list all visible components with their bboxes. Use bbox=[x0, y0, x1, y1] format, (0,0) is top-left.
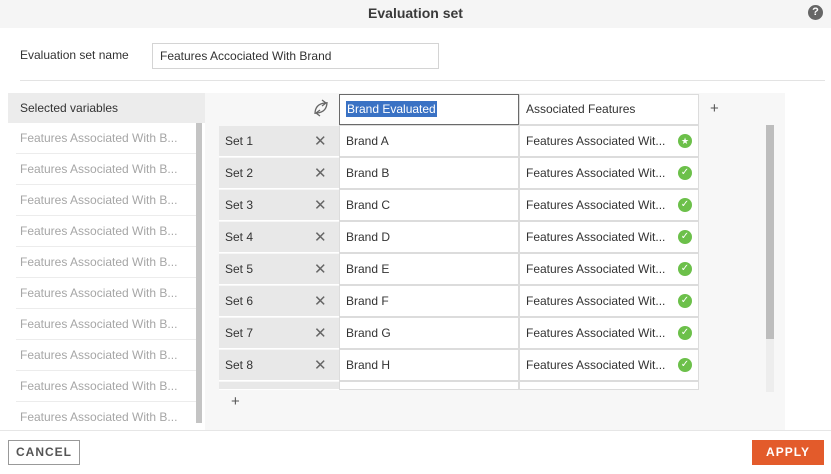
variable-item[interactable]: Features Associated With B... bbox=[16, 278, 196, 309]
dialog-title: Evaluation set bbox=[368, 5, 463, 21]
feature-cell-text: Features Associated Wit... bbox=[526, 134, 666, 148]
remove-row-icon[interactable]: ✕ bbox=[314, 222, 327, 253]
remove-row-icon[interactable]: ✕ bbox=[314, 158, 327, 189]
row-label-text: Set 3 bbox=[225, 198, 254, 212]
variable-item[interactable]: Features Associated With B... bbox=[16, 185, 196, 216]
remove-row-icon[interactable]: ✕ bbox=[314, 254, 327, 285]
brand-cell[interactable]: Brand A bbox=[339, 125, 519, 157]
check-icon: ✓ bbox=[678, 262, 692, 276]
evaluation-set-name-label: Evaluation set name bbox=[20, 48, 129, 62]
star-icon: ★ bbox=[678, 134, 692, 148]
add-row-icon[interactable]: + bbox=[231, 393, 240, 410]
brand-cell[interactable]: Brand B bbox=[339, 157, 519, 189]
selected-variables-panel: Selected variables Features Associated W… bbox=[8, 93, 205, 430]
feature-cell-text: Features Associated Wit... bbox=[526, 198, 666, 212]
feature-cell-partial[interactable] bbox=[519, 381, 699, 390]
remove-row-icon[interactable]: ✕ bbox=[314, 318, 327, 349]
divider bbox=[20, 80, 825, 81]
remove-row-icon[interactable]: ✕ bbox=[314, 350, 327, 381]
remove-row-icon[interactable]: ✕ bbox=[314, 286, 327, 317]
feature-cell[interactable]: Features Associated Wit... ✓ bbox=[519, 349, 699, 381]
row-label-text: Set 5 bbox=[225, 262, 254, 276]
selected-variables-header: Selected variables bbox=[8, 93, 205, 123]
variables-scrollbar[interactable] bbox=[196, 123, 202, 423]
feature-cell-text: Features Associated Wit... bbox=[526, 230, 666, 244]
variable-item[interactable]: Features Associated With B... bbox=[16, 340, 196, 371]
feature-cell-text: Features Associated Wit... bbox=[526, 262, 666, 276]
feature-cell-text: Features Associated Wit... bbox=[526, 358, 666, 372]
column-header-associated-features[interactable]: Associated Features bbox=[519, 94, 699, 125]
variable-item[interactable]: Features Associated With B... bbox=[16, 402, 196, 430]
brand-cell[interactable]: Brand E bbox=[339, 253, 519, 285]
check-icon: ✓ bbox=[678, 326, 692, 340]
cancel-button[interactable]: CANCEL bbox=[8, 440, 80, 465]
swap-icon[interactable] bbox=[311, 98, 331, 118]
evaluation-set-name-input[interactable] bbox=[152, 43, 439, 69]
row-label-text: Set 8 bbox=[225, 358, 254, 372]
column-header-brand-evaluated[interactable]: Brand Evaluated bbox=[339, 94, 519, 125]
feature-cell[interactable]: Features Associated Wit... ✓ bbox=[519, 285, 699, 317]
row-label-text: Set 4 bbox=[225, 230, 254, 244]
check-icon: ✓ bbox=[678, 294, 692, 308]
grid-scrollbar-thumb[interactable] bbox=[766, 125, 774, 339]
variable-item[interactable]: Features Associated With B... bbox=[16, 123, 196, 154]
feature-cell-text: Features Associated Wit... bbox=[526, 326, 666, 340]
apply-button[interactable]: APPLY bbox=[752, 440, 824, 465]
feature-cell[interactable]: Features Associated Wit... ✓ bbox=[519, 157, 699, 189]
remove-row-icon[interactable]: ✕ bbox=[314, 126, 327, 157]
row-label-text: Set 6 bbox=[225, 294, 254, 308]
variable-item[interactable]: Features Associated With B... bbox=[16, 309, 196, 340]
feature-cell-text: Features Associated Wit... bbox=[526, 294, 666, 308]
variable-item[interactable]: Features Associated With B... bbox=[16, 371, 196, 402]
brand-cell[interactable]: Brand F bbox=[339, 285, 519, 317]
brand-cell[interactable]: Brand H bbox=[339, 349, 519, 381]
brand-cell-partial[interactable] bbox=[339, 381, 519, 390]
remove-row-icon[interactable]: ✕ bbox=[314, 190, 327, 221]
check-icon: ✓ bbox=[678, 358, 692, 372]
variable-item[interactable]: Features Associated With B... bbox=[16, 247, 196, 278]
brand-cell[interactable]: Brand G bbox=[339, 317, 519, 349]
feature-cell[interactable]: Features Associated Wit... ★ bbox=[519, 125, 699, 157]
row-label-partial bbox=[219, 382, 339, 390]
row-label-text: Set 2 bbox=[225, 166, 254, 180]
dialog-footer bbox=[0, 430, 831, 474]
brand-cell[interactable]: Brand D bbox=[339, 221, 519, 253]
feature-cell[interactable]: Features Associated Wit... ✓ bbox=[519, 189, 699, 221]
row-label-text: Set 7 bbox=[225, 326, 254, 340]
add-column-icon[interactable]: + bbox=[710, 100, 719, 117]
column-header-label[interactable]: Brand Evaluated bbox=[346, 101, 437, 117]
check-icon: ✓ bbox=[678, 230, 692, 244]
feature-cell[interactable]: Features Associated Wit... ✓ bbox=[519, 253, 699, 285]
feature-cell[interactable]: Features Associated Wit... ✓ bbox=[519, 317, 699, 349]
row-label-text: Set 1 bbox=[225, 134, 254, 148]
feature-cell[interactable]: Features Associated Wit... ✓ bbox=[519, 221, 699, 253]
check-icon: ✓ bbox=[678, 198, 692, 212]
feature-cell-text: Features Associated Wit... bbox=[526, 166, 666, 180]
brand-cell[interactable]: Brand C bbox=[339, 189, 519, 221]
help-icon[interactable]: ? bbox=[808, 5, 823, 20]
variable-item[interactable]: Features Associated With B... bbox=[16, 216, 196, 247]
variable-item[interactable]: Features Associated With B... bbox=[16, 154, 196, 185]
check-icon: ✓ bbox=[678, 166, 692, 180]
